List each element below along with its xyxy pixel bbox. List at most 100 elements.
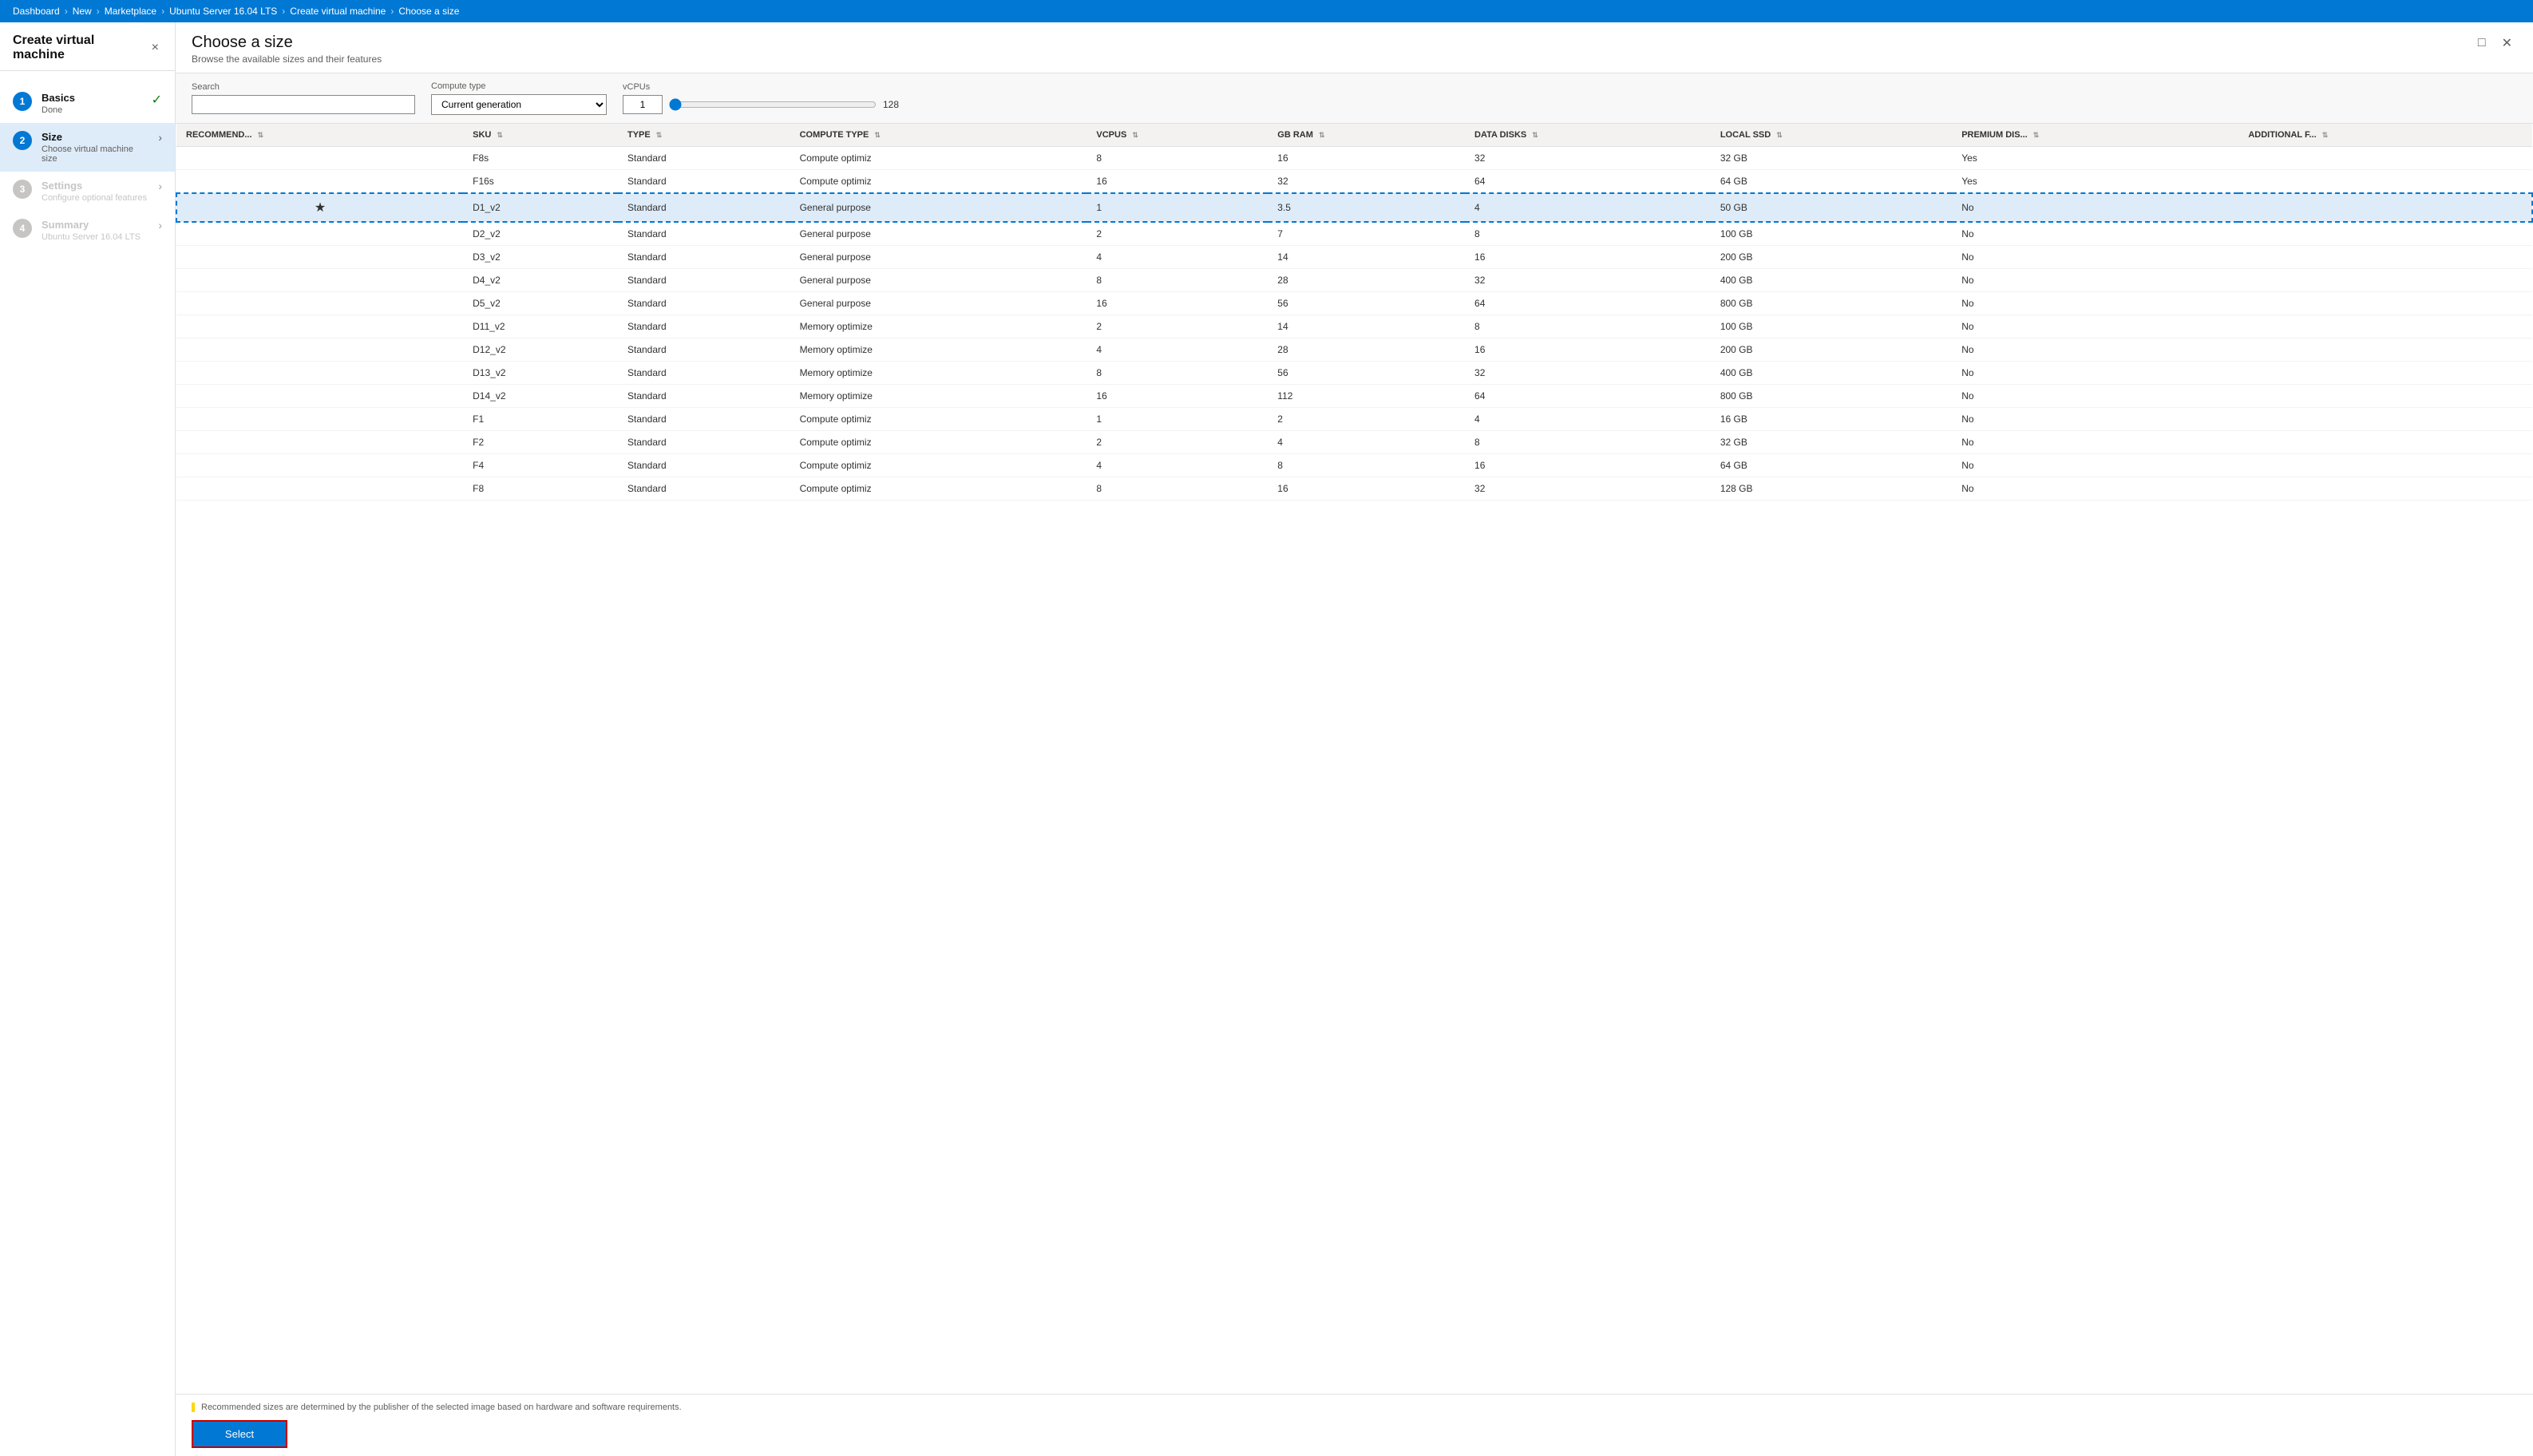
step-summary[interactable]: 4 Summary Ubuntu Server 16.04 LTS › (0, 211, 175, 250)
sort-recommended-icon: ⇅ (258, 131, 264, 139)
table-row[interactable]: F16s Standard Compute optimiz 16 32 64 6… (176, 170, 2532, 194)
cell-premium-dis-7: No (1952, 315, 2238, 338)
breadcrumb-create-vm[interactable]: Create virtual machine (290, 6, 386, 17)
table-row[interactable]: D3_v2 Standard General purpose 4 14 16 2… (176, 246, 2532, 269)
close-button[interactable]: × (148, 39, 162, 57)
cell-sku-0: F8s (463, 147, 618, 170)
cell-additional-f-8 (2238, 338, 2532, 362)
cell-local-ssd-9: 400 GB (1711, 362, 1952, 385)
step-2-title: Size (42, 131, 148, 143)
cell-additional-f-1 (2238, 170, 2532, 194)
cell-gb-ram-9: 56 (1268, 362, 1465, 385)
cell-compute-type-5: General purpose (790, 269, 1087, 292)
cell-premium-dis-5: No (1952, 269, 2238, 292)
cell-gb-ram-2: 3.5 (1268, 193, 1465, 222)
cell-gb-ram-13: 8 (1268, 454, 1465, 477)
select-button[interactable]: Select (192, 1420, 287, 1448)
restore-button[interactable]: □ (2473, 34, 2491, 53)
breadcrumb-dashboard[interactable]: Dashboard (13, 6, 60, 17)
breadcrumb-current: Choose a size (398, 6, 459, 17)
header-actions: □ ✕ (2473, 34, 2517, 53)
breadcrumb-sep-5: › (390, 6, 394, 17)
cell-local-ssd-2: 50 GB (1711, 193, 1952, 222)
cell-vcpus-13: 4 (1086, 454, 1268, 477)
table-row[interactable]: D2_v2 Standard General purpose 2 7 8 100… (176, 222, 2532, 246)
vcpu-slider[interactable] (669, 98, 877, 111)
step-4-title: Summary (42, 219, 148, 231)
step-size[interactable]: 2 Size Choose virtual machine size › (0, 123, 175, 172)
sort-disks-icon: ⇅ (1532, 131, 1538, 139)
sizes-table: RECOMMEND... ⇅ SKU ⇅ TYPE ⇅ COMPUTE TYPE… (176, 124, 2533, 500)
breadcrumb-sep-3: › (161, 6, 164, 17)
cell-recommended-8 (176, 338, 463, 362)
cell-sku-10: D14_v2 (463, 385, 618, 408)
table-row[interactable]: F8s Standard Compute optimiz 8 16 32 32 … (176, 147, 2532, 170)
col-sku[interactable]: SKU ⇅ (463, 124, 618, 147)
cell-local-ssd-0: 32 GB (1711, 147, 1952, 170)
compute-type-group: Compute type Current generation All type… (431, 81, 607, 115)
col-compute-type[interactable]: COMPUTE TYPE ⇅ (790, 124, 1087, 147)
cell-recommended-2: ★ (176, 193, 463, 222)
table-row[interactable]: D13_v2 Standard Memory optimize 8 56 32 … (176, 362, 2532, 385)
breadcrumb-ubuntu[interactable]: Ubuntu Server 16.04 LTS (169, 6, 277, 17)
col-gb-ram[interactable]: GB RAM ⇅ (1268, 124, 1465, 147)
breadcrumb-new[interactable]: New (73, 6, 92, 17)
cell-gb-ram-5: 28 (1268, 269, 1465, 292)
table-row[interactable]: D12_v2 Standard Memory optimize 4 28 16 … (176, 338, 2532, 362)
table-row[interactable]: D14_v2 Standard Memory optimize 16 112 6… (176, 385, 2532, 408)
col-vcpus[interactable]: VCPUS ⇅ (1086, 124, 1268, 147)
cell-compute-type-12: Compute optimiz (790, 431, 1087, 454)
breadcrumb-marketplace[interactable]: Marketplace (105, 6, 156, 17)
cell-vcpus-9: 8 (1086, 362, 1268, 385)
step-basics[interactable]: 1 Basics Done ✓ (0, 84, 175, 123)
footer-note-text: Recommended sizes are determined by the … (201, 1403, 682, 1412)
right-panel-header: Choose a size Browse the available sizes… (176, 22, 2533, 73)
step-2-number: 2 (13, 131, 32, 150)
table-row[interactable]: F8 Standard Compute optimiz 8 16 32 128 … (176, 477, 2532, 500)
maximize-close-button[interactable]: ✕ (2497, 34, 2517, 53)
cell-data-disks-6: 64 (1465, 292, 1711, 315)
search-input[interactable] (192, 95, 415, 114)
col-premium-dis[interactable]: PREMIUM DIS... ⇅ (1952, 124, 2238, 147)
col-additional-f[interactable]: ADDITIONAL F... ⇅ (2238, 124, 2532, 147)
table-row[interactable]: D4_v2 Standard General purpose 8 28 32 4… (176, 269, 2532, 292)
cell-sku-8: D12_v2 (463, 338, 618, 362)
cell-compute-type-10: Memory optimize (790, 385, 1087, 408)
table-row[interactable]: D5_v2 Standard General purpose 16 56 64 … (176, 292, 2532, 315)
compute-type-select[interactable]: Current generation All types Previous ge… (431, 94, 607, 115)
cell-additional-f-4 (2238, 246, 2532, 269)
right-panel-title: Choose a size (192, 34, 382, 52)
cell-data-disks-10: 64 (1465, 385, 1711, 408)
table-row[interactable]: ★ D1_v2 Standard General purpose 1 3.5 4… (176, 193, 2532, 222)
table-row[interactable]: F1 Standard Compute optimiz 1 2 4 16 GB … (176, 408, 2532, 431)
cell-sku-3: D2_v2 (463, 222, 618, 246)
cell-vcpus-3: 2 (1086, 222, 1268, 246)
cell-gb-ram-6: 56 (1268, 292, 1465, 315)
col-data-disks[interactable]: DATA DISKS ⇅ (1465, 124, 1711, 147)
step-3-content: Settings Configure optional features (42, 180, 148, 203)
cell-type-1: Standard (618, 170, 790, 194)
col-local-ssd[interactable]: LOCAL SSD ⇅ (1711, 124, 1952, 147)
table-header: RECOMMEND... ⇅ SKU ⇅ TYPE ⇅ COMPUTE TYPE… (176, 124, 2532, 147)
cell-premium-dis-9: No (1952, 362, 2238, 385)
steps-container: 1 Basics Done ✓ 2 Size Choose virtual ma… (0, 71, 175, 263)
vcpu-min-input[interactable] (623, 95, 663, 114)
table-row[interactable]: D11_v2 Standard Memory optimize 2 14 8 1… (176, 315, 2532, 338)
step-1-check-icon: ✓ (152, 92, 162, 108)
left-panel-header: Create virtual machine × (0, 22, 175, 71)
step-4-subtitle: Ubuntu Server 16.04 LTS (42, 232, 148, 242)
step-settings[interactable]: 3 Settings Configure optional features › (0, 172, 175, 211)
cell-gb-ram-8: 28 (1268, 338, 1465, 362)
table-row[interactable]: F2 Standard Compute optimiz 2 4 8 32 GB … (176, 431, 2532, 454)
cell-data-disks-9: 32 (1465, 362, 1711, 385)
col-recommended[interactable]: RECOMMEND... ⇅ (176, 124, 463, 147)
cell-sku-5: D4_v2 (463, 269, 618, 292)
cell-compute-type-14: Compute optimiz (790, 477, 1087, 500)
col-type[interactable]: TYPE ⇅ (618, 124, 790, 147)
cell-premium-dis-2: No (1952, 193, 2238, 222)
cell-local-ssd-5: 400 GB (1711, 269, 1952, 292)
cell-recommended-3 (176, 222, 463, 246)
right-header-text: Choose a size Browse the available sizes… (192, 34, 382, 65)
cell-data-disks-1: 64 (1465, 170, 1711, 194)
table-row[interactable]: F4 Standard Compute optimiz 4 8 16 64 GB… (176, 454, 2532, 477)
